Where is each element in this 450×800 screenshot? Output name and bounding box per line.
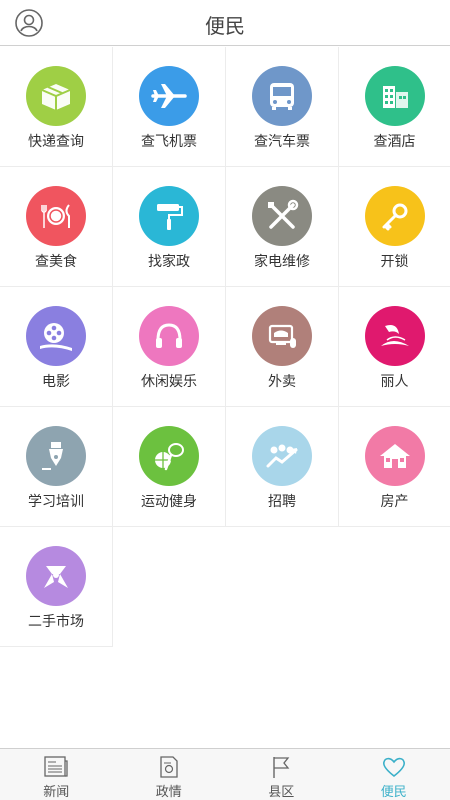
film-reel-icon bbox=[40, 323, 72, 351]
document-icon bbox=[160, 756, 178, 778]
tab-convenience[interactable]: 便民 bbox=[338, 749, 450, 800]
app-root: 便民 快递查询 查飞机票 查汽车票 查酒店 查美食 找家政 家电维修 开锁 电影… bbox=[0, 0, 450, 800]
flag-icon bbox=[273, 757, 290, 778]
service-entertainment[interactable]: 休闲娱乐 bbox=[113, 287, 226, 407]
service-label: 休闲娱乐 bbox=[141, 374, 197, 390]
service-label: 开锁 bbox=[380, 254, 409, 270]
beauty-icon bbox=[381, 325, 409, 346]
recruit-people-icon bbox=[266, 444, 298, 468]
tab-politics[interactable]: 政情 bbox=[113, 749, 226, 800]
gift-bow-icon bbox=[44, 566, 68, 588]
service-label: 外卖 bbox=[268, 374, 296, 390]
service-label: 查汽车票 bbox=[254, 134, 310, 150]
sports-ball-icon bbox=[155, 443, 184, 471]
package-icon bbox=[41, 84, 71, 110]
service-label: 丽人 bbox=[380, 374, 409, 390]
service-label: 查飞机票 bbox=[141, 134, 197, 150]
service-beauty[interactable]: 丽人 bbox=[339, 287, 450, 407]
service-flight-ticket[interactable]: 查飞机票 bbox=[113, 47, 226, 167]
service-fitness[interactable]: 运动健身 bbox=[113, 407, 226, 527]
bottom-tab-bar: 新闻 政情 县区 便民 bbox=[0, 748, 450, 800]
service-label: 二手市场 bbox=[28, 614, 84, 630]
service-label: 家电维修 bbox=[254, 254, 310, 270]
heart-icon bbox=[382, 757, 405, 778]
service-label: 查美食 bbox=[35, 254, 77, 270]
service-real-estate[interactable]: 房产 bbox=[339, 407, 450, 527]
service-label: 房产 bbox=[380, 494, 409, 510]
service-label: 查酒店 bbox=[373, 134, 416, 150]
hotel-icon bbox=[383, 86, 408, 108]
headphones-icon bbox=[156, 323, 182, 348]
tools-icon bbox=[268, 199, 299, 229]
service-label: 快递查询 bbox=[28, 134, 84, 150]
service-movie[interactable]: 电影 bbox=[0, 287, 113, 407]
key-icon bbox=[382, 203, 408, 231]
tab-label: 便民 bbox=[380, 785, 407, 800]
pen-nib-icon bbox=[42, 442, 63, 470]
tab-label: 新闻 bbox=[43, 785, 70, 800]
service-food[interactable]: 查美食 bbox=[0, 167, 113, 287]
dining-icon bbox=[41, 204, 70, 228]
service-express-query[interactable]: 快递查询 bbox=[0, 47, 113, 167]
service-label: 找家政 bbox=[148, 254, 190, 270]
bus-icon bbox=[270, 83, 294, 110]
service-second-hand-market[interactable]: 二手市场 bbox=[0, 527, 113, 647]
service-label: 运动健身 bbox=[141, 494, 197, 510]
service-unlock[interactable]: 开锁 bbox=[339, 167, 450, 287]
service-recruitment[interactable]: 招聘 bbox=[226, 407, 339, 527]
newspaper-icon bbox=[44, 756, 68, 777]
tab-news[interactable]: 新闻 bbox=[0, 749, 113, 800]
airplane-icon bbox=[151, 84, 187, 108]
service-label: 招聘 bbox=[268, 494, 296, 510]
service-label: 电影 bbox=[42, 374, 70, 390]
tab-label: 县区 bbox=[268, 785, 295, 800]
takeout-icon bbox=[268, 324, 296, 348]
top-bar: 便民 bbox=[0, 0, 450, 46]
page-title: 便民 bbox=[205, 14, 245, 38]
service-takeout[interactable]: 外卖 bbox=[226, 287, 339, 407]
tab-label: 政情 bbox=[155, 785, 182, 800]
house-icon bbox=[380, 444, 410, 468]
service-hotel[interactable]: 查酒店 bbox=[339, 47, 450, 167]
tab-county[interactable]: 县区 bbox=[225, 749, 338, 800]
service-label: 学习培训 bbox=[28, 494, 84, 510]
paint-roller-icon bbox=[157, 204, 183, 230]
service-housekeeping[interactable]: 找家政 bbox=[113, 167, 226, 287]
service-appliance-repair[interactable]: 家电维修 bbox=[226, 167, 339, 287]
service-training[interactable]: 学习培训 bbox=[0, 407, 113, 527]
service-bus-ticket[interactable]: 查汽车票 bbox=[226, 47, 339, 167]
